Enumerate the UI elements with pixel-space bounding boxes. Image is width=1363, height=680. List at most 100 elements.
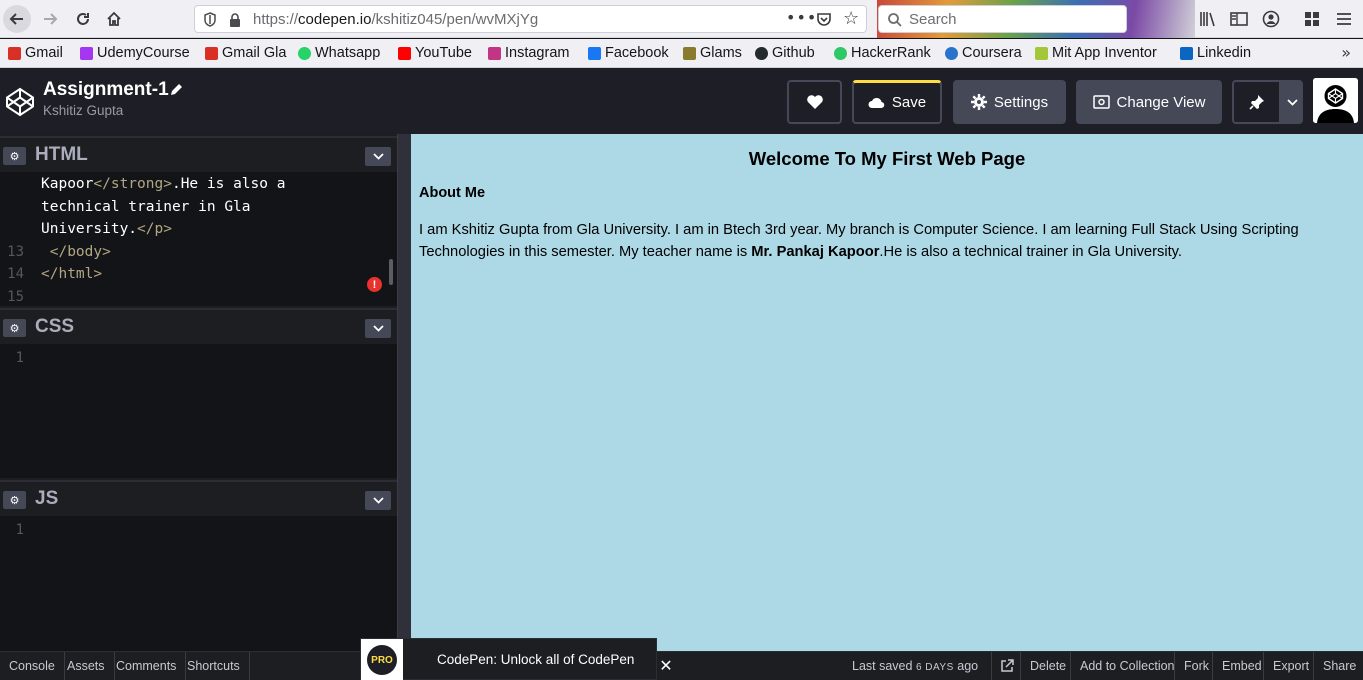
settings-button[interactable]: Settings — [953, 80, 1066, 124]
pin-icon — [1248, 95, 1264, 110]
bookmark-instagram[interactable]: Instagram — [488, 45, 569, 61]
embed-button[interactable]: Embed — [1212, 652, 1271, 680]
add-to-collection-button[interactable]: Add to Collection — [1070, 652, 1184, 680]
bookmark-mit-app-inventor[interactable]: Mit App Inventor — [1035, 45, 1157, 61]
pinned-items-dropdown[interactable] — [1281, 80, 1303, 124]
close-icon[interactable]: ✕ — [657, 656, 675, 675]
bookmark-facebook[interactable]: Facebook — [588, 45, 669, 61]
share-button[interactable]: Share — [1313, 652, 1363, 680]
back-button[interactable] — [3, 5, 31, 33]
shield-icon[interactable] — [203, 12, 217, 27]
bookmark-udemycourse[interactable]: UdemyCourse — [80, 45, 190, 61]
whatsapp-icon — [298, 46, 311, 60]
bookmark-youtube[interactable]: YouTube — [398, 45, 472, 61]
html-editor-scrollbar[interactable] — [389, 259, 393, 285]
css-editor-title: CSS — [35, 316, 75, 337]
reload-icon — [77, 13, 89, 25]
chevron-double-right-icon[interactable]: » — [1341, 43, 1351, 62]
export-button[interactable]: Export — [1263, 652, 1318, 680]
change-view-button[interactable]: Change View — [1076, 80, 1222, 124]
gmail-icon — [8, 46, 21, 60]
youtube-icon — [398, 46, 411, 60]
pro-badge-icon: PRO — [361, 639, 403, 680]
url-bar[interactable]: https://codepen.io/kshitiz045/pen/wvMXjY… — [194, 5, 867, 33]
bookmark-star-icon[interactable]: ☆ — [843, 8, 859, 29]
result-preview: Welcome To My First Web Page About Me I … — [411, 134, 1363, 651]
console-button[interactable]: Console — [0, 652, 65, 680]
search-icon — [888, 13, 902, 27]
js-settings-button[interactable]: ⚙ — [3, 491, 26, 509]
view-icon — [1092, 95, 1110, 109]
sidebar-icon[interactable] — [1228, 8, 1250, 30]
bookmark-whatsapp[interactable]: Whatsapp — [298, 45, 380, 61]
css-code-editor[interactable]: 1 — [0, 344, 397, 478]
pro-promo-banner[interactable]: PRO CodePen: Unlock all of CodePen — [360, 638, 657, 680]
codepen-header: Assignment-1 Kshitiz Gupta Save Settings… — [0, 68, 1363, 134]
forward-button[interactable] — [36, 5, 64, 33]
js-editor-header: ⚙ JS — [0, 480, 397, 516]
chevron-down-icon — [1286, 98, 1298, 106]
menu-icon[interactable] — [1333, 8, 1355, 30]
bookmark-coursera[interactable]: Coursera — [945, 45, 1022, 61]
save-button[interactable]: Save — [852, 80, 942, 124]
search-bar[interactable]: Search — [878, 5, 1127, 33]
bookmark-gmail[interactable]: Gmail — [8, 45, 63, 61]
js-editor-menu-button[interactable] — [365, 491, 391, 510]
extensions-icon[interactable] — [1301, 8, 1323, 30]
linkedin-icon — [1180, 46, 1193, 60]
pen-title[interactable]: Assignment-1 — [43, 79, 169, 101]
code-line: Kapoor</strong>.He is also a — [41, 176, 285, 192]
pencil-icon[interactable] — [169, 83, 183, 97]
code-tag: </html> — [41, 266, 103, 282]
html-settings-button[interactable]: ⚙ — [3, 147, 26, 165]
js-code-editor[interactable]: 1 — [0, 516, 397, 651]
bookmark-gmail-gla[interactable]: Gmail Gla — [205, 45, 286, 61]
bookmark-hackerrank[interactable]: HackerRank — [834, 45, 931, 61]
line-number: 1 — [15, 522, 24, 538]
account-icon[interactable] — [1260, 8, 1282, 30]
error-icon[interactable]: ! — [367, 277, 382, 292]
gear-icon: ⚙ — [9, 493, 20, 507]
preview-subheading: About Me — [419, 185, 486, 201]
lock-icon[interactable] — [229, 13, 241, 27]
html-editor-menu-button[interactable] — [365, 147, 391, 166]
library-icon[interactable] — [1197, 8, 1219, 30]
url-text[interactable]: https://codepen.io/kshitiz045/pen/wvMXjY… — [253, 11, 538, 28]
home-button[interactable] — [100, 5, 128, 33]
open-external-button[interactable] — [991, 652, 1022, 680]
code-text: .He is also a — [171, 176, 286, 192]
js-editor-title: JS — [35, 488, 59, 509]
arrow-left-icon — [9, 13, 23, 25]
page-actions-icon[interactable]: ••• — [786, 8, 817, 27]
pocket-icon[interactable] — [816, 12, 832, 27]
reload-button[interactable] — [69, 5, 97, 33]
css-settings-button[interactable]: ⚙ — [3, 319, 26, 337]
avatar[interactable] — [1313, 78, 1358, 123]
bookmark-linkedin[interactable]: Linkedin — [1180, 45, 1251, 61]
comments-button[interactable]: Comments — [107, 652, 187, 680]
html-code-editor[interactable]: Kapoor</strong>.He is also a technical tr… — [0, 172, 397, 306]
arrow-right-icon — [44, 13, 58, 25]
delete-button[interactable]: Delete — [1020, 652, 1075, 680]
love-button[interactable] — [787, 80, 842, 124]
editor-resize-handle[interactable] — [397, 134, 411, 651]
pin-button[interactable] — [1232, 80, 1281, 124]
code-text: University. — [41, 221, 138, 237]
code-text: technical trainer in Gla — [41, 198, 251, 215]
gmail-icon — [205, 46, 218, 60]
promo-text: CodePen: Unlock all of CodePen — [437, 652, 635, 667]
chevron-down-icon — [372, 497, 384, 504]
search-input[interactable]: Search — [909, 11, 957, 28]
html-editor-header: ⚙ HTML — [0, 136, 397, 172]
shortcuts-button[interactable]: Shortcuts — [178, 652, 250, 680]
bookmark-glams[interactable]: Glams — [683, 45, 742, 61]
pen-author[interactable]: Kshitiz Gupta — [43, 103, 123, 118]
css-editor-header: ⚙ CSS — [0, 308, 397, 344]
bookmark-github[interactable]: Github — [755, 45, 815, 61]
line-number: 15 — [7, 288, 24, 305]
editors-column: ⚙ HTML Kapoor</strong>.He is also a techn… — [0, 134, 397, 651]
external-link-icon — [1001, 659, 1014, 672]
codepen-logo-icon[interactable] — [4, 86, 36, 118]
css-editor-menu-button[interactable] — [365, 319, 391, 338]
heart-icon — [806, 95, 823, 109]
